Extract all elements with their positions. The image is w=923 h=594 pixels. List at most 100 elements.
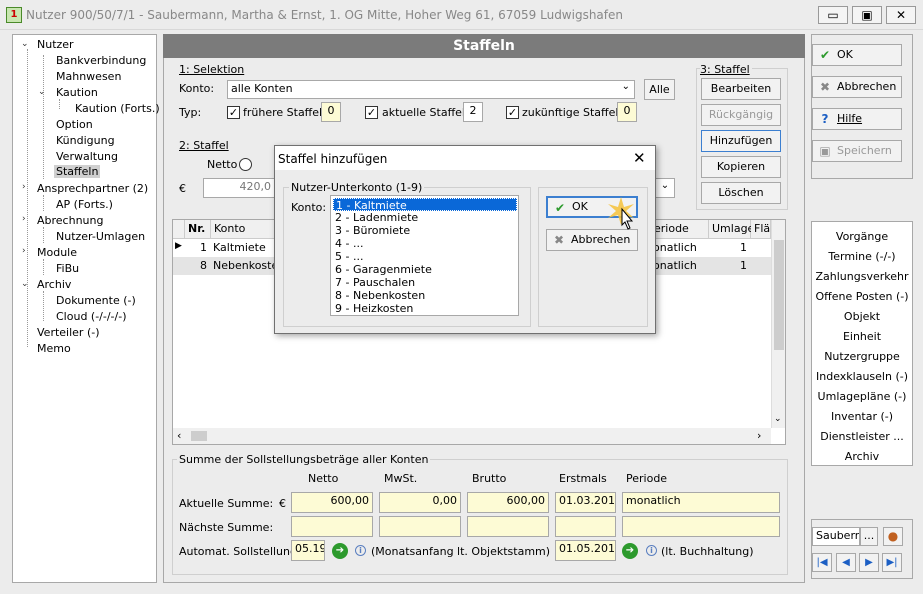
collapse-icon[interactable]: ⌄ bbox=[21, 279, 29, 289]
chevron-left-icon[interactable]: ‹ bbox=[177, 429, 181, 442]
tree-item-abrechnung[interactable]: Abrechnung bbox=[37, 214, 103, 227]
close-button[interactable]: ✕ bbox=[886, 6, 916, 24]
speichern-button[interactable]: ▣ Speichern bbox=[812, 140, 902, 162]
tree-item-bankverbindung[interactable]: Bankverbindung bbox=[56, 54, 146, 67]
tree-item-kaution-forts[interactable]: Kaution (Forts.) bbox=[75, 102, 160, 115]
list-item[interactable]: 5 - ... bbox=[333, 250, 517, 263]
collapse-icon[interactable]: ⌄ bbox=[21, 39, 29, 49]
list-item[interactable]: 3 - Büromiete bbox=[333, 224, 517, 237]
tree-item-kuendigung[interactable]: Kündigung bbox=[56, 134, 115, 147]
link-indexklauseln[interactable]: Indexklauseln (-) bbox=[812, 370, 912, 383]
next-record-button[interactable]: ▶ bbox=[859, 553, 879, 572]
collapse-icon[interactable]: ⌄ bbox=[38, 87, 46, 97]
list-item[interactable]: 7 - Pauschalen bbox=[333, 276, 517, 289]
navigator-search-input[interactable]: Sauberm bbox=[812, 527, 860, 546]
tree-item-archiv[interactable]: Archiv bbox=[37, 278, 71, 291]
link-offene-posten[interactable]: Offene Posten (-) bbox=[812, 290, 912, 303]
column-header-periode[interactable]: eriode bbox=[651, 220, 709, 239]
tree-item-staffeln[interactable]: Staffeln bbox=[54, 165, 101, 178]
expand-icon[interactable]: › bbox=[22, 214, 26, 224]
link-einheit[interactable]: Einheit bbox=[812, 330, 912, 343]
link-inventar[interactable]: Inventar (-) bbox=[812, 410, 912, 423]
dialog-close-icon[interactable]: ✕ bbox=[633, 149, 646, 167]
navigator-more-button[interactable]: ... bbox=[860, 527, 878, 546]
list-item[interactable]: 6 - Garagenmiete bbox=[333, 263, 517, 276]
chevron-down-icon[interactable]: ⌄ bbox=[655, 178, 675, 198]
fruehere-count[interactable]: 0 bbox=[321, 102, 341, 122]
abbrechen-button[interactable]: ✖ Abbrechen bbox=[812, 76, 902, 98]
expand-icon[interactable]: › bbox=[22, 246, 26, 256]
tree-item-fibu[interactable]: FiBu bbox=[56, 262, 79, 275]
tree-item-nutzer[interactable]: Nutzer bbox=[37, 38, 74, 51]
tree-item-memo[interactable]: Memo bbox=[37, 342, 71, 355]
col-periode: Periode bbox=[626, 472, 668, 485]
go-arrow-icon[interactable]: ➔ bbox=[332, 543, 348, 559]
hilfe-button[interactable]: ? Hilfe bbox=[812, 108, 902, 130]
people-icon[interactable]: ● bbox=[883, 527, 903, 546]
netto-radio[interactable] bbox=[239, 158, 252, 171]
sollstellung-datum[interactable]: 01.05.2019 bbox=[555, 540, 616, 561]
list-item[interactable]: 4 - ... bbox=[333, 237, 517, 250]
tree-item-mahnwesen[interactable]: Mahnwesen bbox=[56, 70, 121, 83]
chevron-down-icon[interactable]: ⌄ bbox=[774, 414, 782, 424]
tree-item-module[interactable]: Module bbox=[37, 246, 77, 259]
list-item[interactable]: 9 - Heizkosten bbox=[333, 302, 517, 315]
fruehere-checkbox[interactable]: ✓ bbox=[227, 106, 240, 119]
restore-button[interactable]: ▣ bbox=[852, 6, 882, 24]
list-item[interactable]: 2 - Ladenmiete bbox=[333, 211, 517, 224]
currency-label: € bbox=[179, 182, 186, 195]
tree-item-verteiler[interactable]: Verteiler (-) bbox=[37, 326, 100, 339]
sollstellung-monat[interactable]: 05.19 bbox=[291, 540, 325, 561]
zukuenftige-count[interactable]: 0 bbox=[617, 102, 637, 122]
tree-item-dokumente[interactable]: Dokumente (-) bbox=[56, 294, 136, 307]
scrollbar-thumb[interactable] bbox=[191, 431, 207, 441]
tree-item-kaution[interactable]: Kaution bbox=[56, 86, 98, 99]
link-termine[interactable]: Termine (-/-) bbox=[812, 250, 912, 263]
zukuenftige-checkbox[interactable]: ✓ bbox=[506, 106, 519, 119]
expand-icon[interactable]: › bbox=[22, 182, 26, 192]
kopieren-button[interactable]: Kopieren bbox=[701, 156, 781, 178]
column-header-flaeche[interactable]: Flä bbox=[751, 220, 771, 239]
staffel-amount[interactable]: 420,0 bbox=[203, 178, 275, 198]
hinzufuegen-button[interactable]: Hinzufügen bbox=[701, 130, 781, 152]
link-umlageplaene[interactable]: Umlagepläne (-) bbox=[812, 390, 912, 403]
rueckgaengig-button[interactable]: Rückgängig bbox=[701, 104, 781, 126]
tree-item-option[interactable]: Option bbox=[56, 118, 93, 131]
list-item[interactable]: 1 - Kaltmiete bbox=[333, 198, 517, 212]
tree-item-ansprechpartner[interactable]: Ansprechpartner (2) bbox=[37, 182, 148, 195]
aktuelle-checkbox[interactable]: ✓ bbox=[365, 106, 378, 119]
vertical-scrollbar[interactable]: ⌄ bbox=[771, 220, 785, 428]
link-dienstleister[interactable]: Dienstleister ... bbox=[812, 430, 912, 443]
chevron-right-icon[interactable]: › bbox=[757, 429, 761, 442]
column-header-umlage[interactable]: Umlage bbox=[709, 220, 754, 239]
info-icon[interactable]: i bbox=[355, 545, 366, 556]
previous-record-button[interactable]: ◀ bbox=[836, 553, 856, 572]
tree-item-ap-forts[interactable]: AP (Forts.) bbox=[56, 198, 113, 211]
horizontal-scrollbar[interactable]: ‹ › bbox=[173, 428, 771, 444]
loeschen-button[interactable]: Löschen bbox=[701, 182, 781, 204]
link-archiv[interactable]: Archiv bbox=[812, 450, 912, 463]
ok-button[interactable]: ✔ OK bbox=[812, 44, 902, 66]
link-nutzergruppe[interactable]: Nutzergruppe bbox=[812, 350, 912, 363]
cell-umlage: 1 bbox=[740, 241, 747, 254]
last-record-button[interactable]: ▶| bbox=[882, 553, 902, 572]
go-arrow-icon[interactable]: ➔ bbox=[622, 543, 638, 559]
alle-button[interactable]: Alle bbox=[644, 79, 675, 100]
first-record-button[interactable]: |◀ bbox=[812, 553, 832, 572]
unterkonto-list[interactable]: 1 - Kaltmiete 2 - Ladenmiete 3 - Büromie… bbox=[330, 195, 519, 316]
scrollbar-thumb[interactable] bbox=[774, 240, 784, 350]
bearbeiten-button[interactable]: Bearbeiten bbox=[701, 78, 781, 100]
tree-item-verwaltung[interactable]: Verwaltung bbox=[56, 150, 118, 163]
konto-select[interactable]: alle Konten ⌄ bbox=[227, 80, 635, 99]
list-item[interactable]: 8 - Nebenkosten bbox=[333, 289, 517, 302]
link-vorgaenge[interactable]: Vorgänge bbox=[812, 230, 912, 243]
minimize-button[interactable]: ▭ bbox=[818, 6, 848, 24]
tree-item-cloud[interactable]: Cloud (-/-/-/-) bbox=[56, 310, 127, 323]
link-zahlungsverkehr[interactable]: Zahlungsverkehr bbox=[812, 270, 912, 283]
tree-item-nutzer-umlagen[interactable]: Nutzer-Umlagen bbox=[56, 230, 145, 243]
column-header-nr[interactable]: Nr. bbox=[185, 220, 211, 239]
info-icon[interactable]: i bbox=[646, 545, 657, 556]
link-objekt[interactable]: Objekt bbox=[812, 310, 912, 323]
cell-nr: 1 bbox=[200, 241, 207, 254]
aktuelle-count[interactable]: 2 bbox=[463, 102, 483, 122]
